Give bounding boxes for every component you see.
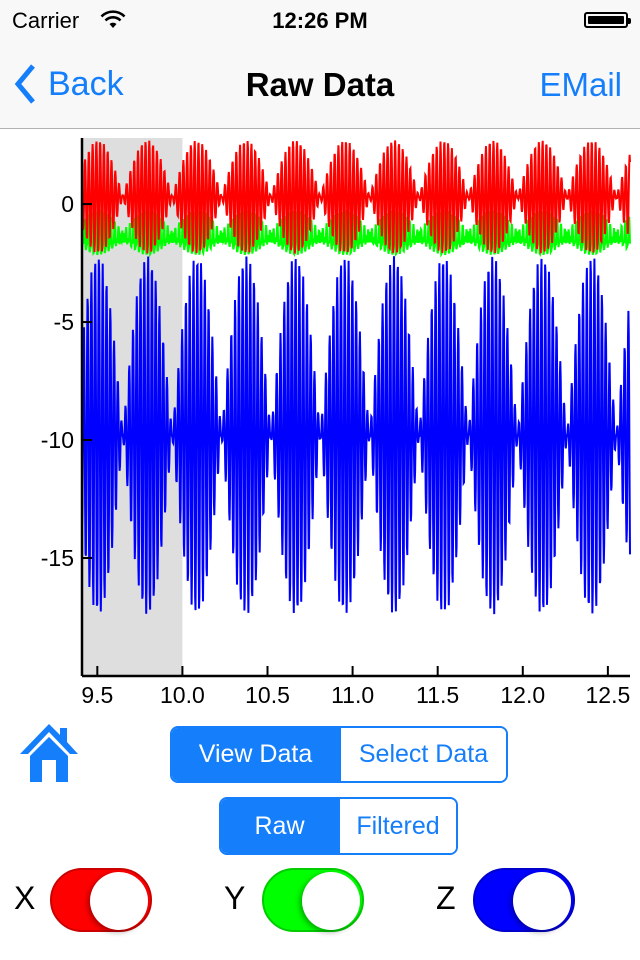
- y-tick-label: 0: [61, 191, 74, 217]
- x-tick-label: 10.0: [160, 682, 205, 708]
- x-tick-label: 9.5: [81, 682, 113, 708]
- x-tick-label: 10.5: [245, 682, 290, 708]
- raw-segment[interactable]: Raw: [221, 799, 338, 853]
- home-icon[interactable]: [18, 722, 80, 784]
- mode-segmented-control: View Data Select Data: [170, 726, 508, 783]
- x-tick-label: 12.0: [500, 682, 545, 708]
- clock: 12:26 PM: [272, 8, 368, 33]
- navigation-bar: Back Raw Data EMail: [0, 40, 640, 129]
- y-tick-label: -5: [54, 309, 74, 335]
- x-toggle-label: X: [14, 880, 36, 916]
- view-data-segment[interactable]: View Data: [172, 728, 339, 781]
- z-toggle-switch[interactable]: [473, 868, 575, 932]
- z-toggle-label: Z: [436, 880, 456, 916]
- switch-knob: [513, 872, 571, 930]
- data-type-segmented-control: Raw Filtered: [219, 797, 458, 855]
- select-data-segment[interactable]: Select Data: [339, 728, 506, 781]
- x-toggle-switch[interactable]: [50, 868, 152, 932]
- y-tick-label: -15: [41, 545, 74, 571]
- status-bar: Carrier 12:26 PM: [0, 0, 640, 40]
- y-tick-label: -10: [41, 427, 74, 453]
- x-tick-label: 11.0: [331, 682, 374, 708]
- raw-data-chart[interactable]: 9.5 10.0 10.5 11.0 11.5 12.0 12.5 0 -5 -10 -15: [0, 129, 640, 709]
- y-toggle-switch[interactable]: [262, 868, 364, 932]
- x-tick-label: 11.5: [416, 682, 459, 708]
- switch-knob: [302, 872, 360, 930]
- x-tick-label: 12.5: [585, 682, 630, 708]
- y-toggle-label: Y: [224, 880, 246, 916]
- battery-full-icon: [584, 12, 631, 28]
- filtered-segment[interactable]: Filtered: [338, 799, 456, 853]
- email-button[interactable]: EMail: [539, 66, 622, 104]
- switch-knob: [90, 872, 148, 930]
